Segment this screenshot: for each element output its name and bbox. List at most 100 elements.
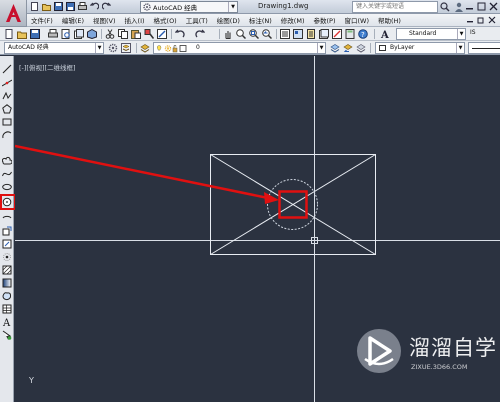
- watermark-title: 溜溜自学: [409, 336, 497, 360]
- current-layer-name: 0: [196, 44, 200, 51]
- line-tool-icon[interactable]: [2, 64, 12, 74]
- match-properties-icon[interactable]: [144, 29, 154, 39]
- dim-style-select[interactable]: IS: [470, 29, 476, 36]
- qnew-icon[interactable]: [4, 29, 14, 39]
- redo-icon[interactable]: [101, 2, 112, 11]
- publish-icon[interactable]: [74, 29, 84, 39]
- open-icon[interactable]: [17, 29, 27, 39]
- circle-tool-icon[interactable]: [2, 197, 12, 207]
- text-style-select[interactable]: Standard ▼: [396, 28, 466, 40]
- zoom-window-icon[interactable]: [249, 29, 259, 39]
- doc-minimize-icon[interactable]: [466, 16, 474, 24]
- 3d-dwf-icon[interactable]: [87, 29, 97, 39]
- polyline-tool-icon[interactable]: [2, 91, 12, 101]
- new-icon[interactable]: [30, 2, 39, 11]
- revision-cloud-tool-icon[interactable]: [2, 156, 12, 166]
- plot-icon[interactable]: [78, 2, 87, 11]
- search-input[interactable]: 键入关键字或短语: [352, 1, 438, 13]
- save-icon[interactable]: [54, 2, 63, 11]
- application-menu-button[interactable]: [0, 0, 27, 27]
- redo-icon[interactable]: [195, 29, 205, 39]
- menu-edit[interactable]: 编辑(E): [62, 15, 84, 25]
- point-tool-icon[interactable]: [2, 252, 12, 262]
- menu-dimension[interactable]: 标注(N): [249, 15, 272, 25]
- watermark-logo-icon: [357, 329, 401, 373]
- design-center-icon[interactable]: [293, 29, 303, 39]
- cut-icon[interactable]: [105, 29, 115, 39]
- construction-line-tool-icon[interactable]: [2, 78, 12, 88]
- copy-icon[interactable]: [118, 29, 128, 39]
- arc-tool-icon[interactable]: [2, 130, 12, 140]
- menu-parametric[interactable]: 参数(P): [313, 15, 335, 25]
- maximize-icon[interactable]: [477, 2, 486, 11]
- layer-isolate-icon[interactable]: [356, 43, 366, 53]
- menu-format[interactable]: 格式(O): [154, 15, 177, 25]
- workspace-combo[interactable]: AutoCAD 经典 ▼: [4, 42, 104, 54]
- menu-help[interactable]: 帮助(H): [378, 15, 401, 25]
- save-as-icon[interactable]: [66, 2, 75, 11]
- doc-close-icon[interactable]: [488, 16, 496, 24]
- help-icon[interactable]: ?: [358, 29, 368, 39]
- color-select[interactable]: ByLayer ▼: [375, 42, 465, 54]
- menu-modify[interactable]: 修改(M): [281, 15, 305, 25]
- linetype-select[interactable]: [468, 42, 500, 54]
- menu-insert[interactable]: 插入(I): [125, 15, 145, 25]
- plot-icon[interactable]: [48, 29, 58, 39]
- chevron-down-icon[interactable]: ▼: [317, 43, 325, 53]
- gear-icon: [143, 3, 151, 11]
- markup-icon[interactable]: [332, 29, 342, 39]
- block-editor-icon[interactable]: [157, 29, 167, 39]
- rectangle-tool-icon[interactable]: [2, 117, 12, 127]
- sheet-set-icon[interactable]: [319, 29, 329, 39]
- svg-text:A: A: [2, 318, 11, 327]
- ellipse-arc-tool-icon[interactable]: [2, 213, 12, 223]
- region-tool-icon[interactable]: [2, 291, 12, 301]
- plot-preview-icon[interactable]: [61, 29, 71, 39]
- chevron-down-icon[interactable]: ▼: [457, 29, 465, 39]
- add-selected-tool-icon[interactable]: [2, 330, 12, 340]
- layer-previous-icon[interactable]: [343, 43, 353, 53]
- multiline-text-tool-icon[interactable]: A: [2, 317, 12, 327]
- menu-view[interactable]: 视图(V): [93, 15, 116, 25]
- make-object-layer-current-icon[interactable]: [330, 43, 340, 53]
- quickcalc-icon[interactable]: [345, 29, 355, 39]
- menu-tools[interactable]: 工具(T): [186, 15, 208, 25]
- menu-file[interactable]: 文件(F): [31, 15, 53, 25]
- menu-draw[interactable]: 绘图(D): [217, 15, 240, 25]
- properties-icon[interactable]: [280, 29, 290, 39]
- menu-window[interactable]: 窗口(W): [344, 15, 369, 25]
- hatch-tool-icon[interactable]: [2, 265, 12, 275]
- search-icon[interactable]: [440, 2, 450, 12]
- gradient-tool-icon[interactable]: [2, 278, 12, 288]
- polygon-tool-icon[interactable]: [2, 104, 12, 114]
- chevron-down-icon[interactable]: ▼: [456, 43, 464, 53]
- chevron-down-icon[interactable]: ▼: [228, 2, 237, 12]
- workspace-select[interactable]: AutoCAD 经典 ▼: [140, 1, 238, 13]
- viewport-controls-label[interactable]: [-][俯视][二维线框]: [19, 62, 76, 72]
- close-icon[interactable]: [489, 2, 498, 11]
- ellipse-tool-icon[interactable]: [2, 182, 12, 192]
- save-icon[interactable]: [30, 29, 40, 39]
- text-style-icon[interactable]: A: [380, 29, 390, 39]
- user-login-icon[interactable]: [454, 2, 464, 12]
- layer-select[interactable]: 0 ▼: [153, 42, 326, 54]
- layer-states-icon[interactable]: [140, 43, 150, 53]
- zoom-realtime-icon[interactable]: [236, 29, 246, 39]
- tool-palettes-icon[interactable]: [306, 29, 316, 39]
- insert-block-tool-icon[interactable]: [2, 226, 12, 236]
- make-block-tool-icon[interactable]: [2, 239, 12, 249]
- layer-properties-icon[interactable]: [121, 43, 131, 53]
- undo-icon[interactable]: [89, 2, 100, 11]
- workspace-settings-icon[interactable]: [108, 43, 118, 53]
- draw-toolbar: A: [0, 56, 16, 402]
- paste-icon[interactable]: [131, 29, 141, 39]
- doc-restore-icon[interactable]: [477, 16, 485, 24]
- open-icon[interactable]: [42, 2, 51, 11]
- chevron-down-icon[interactable]: ▼: [95, 43, 103, 53]
- spline-tool-icon[interactable]: [2, 169, 12, 179]
- pan-icon[interactable]: [223, 29, 233, 39]
- table-tool-icon[interactable]: [2, 304, 12, 314]
- zoom-previous-icon[interactable]: [262, 29, 272, 39]
- minimize-icon[interactable]: [465, 2, 474, 11]
- undo-icon[interactable]: [175, 29, 185, 39]
